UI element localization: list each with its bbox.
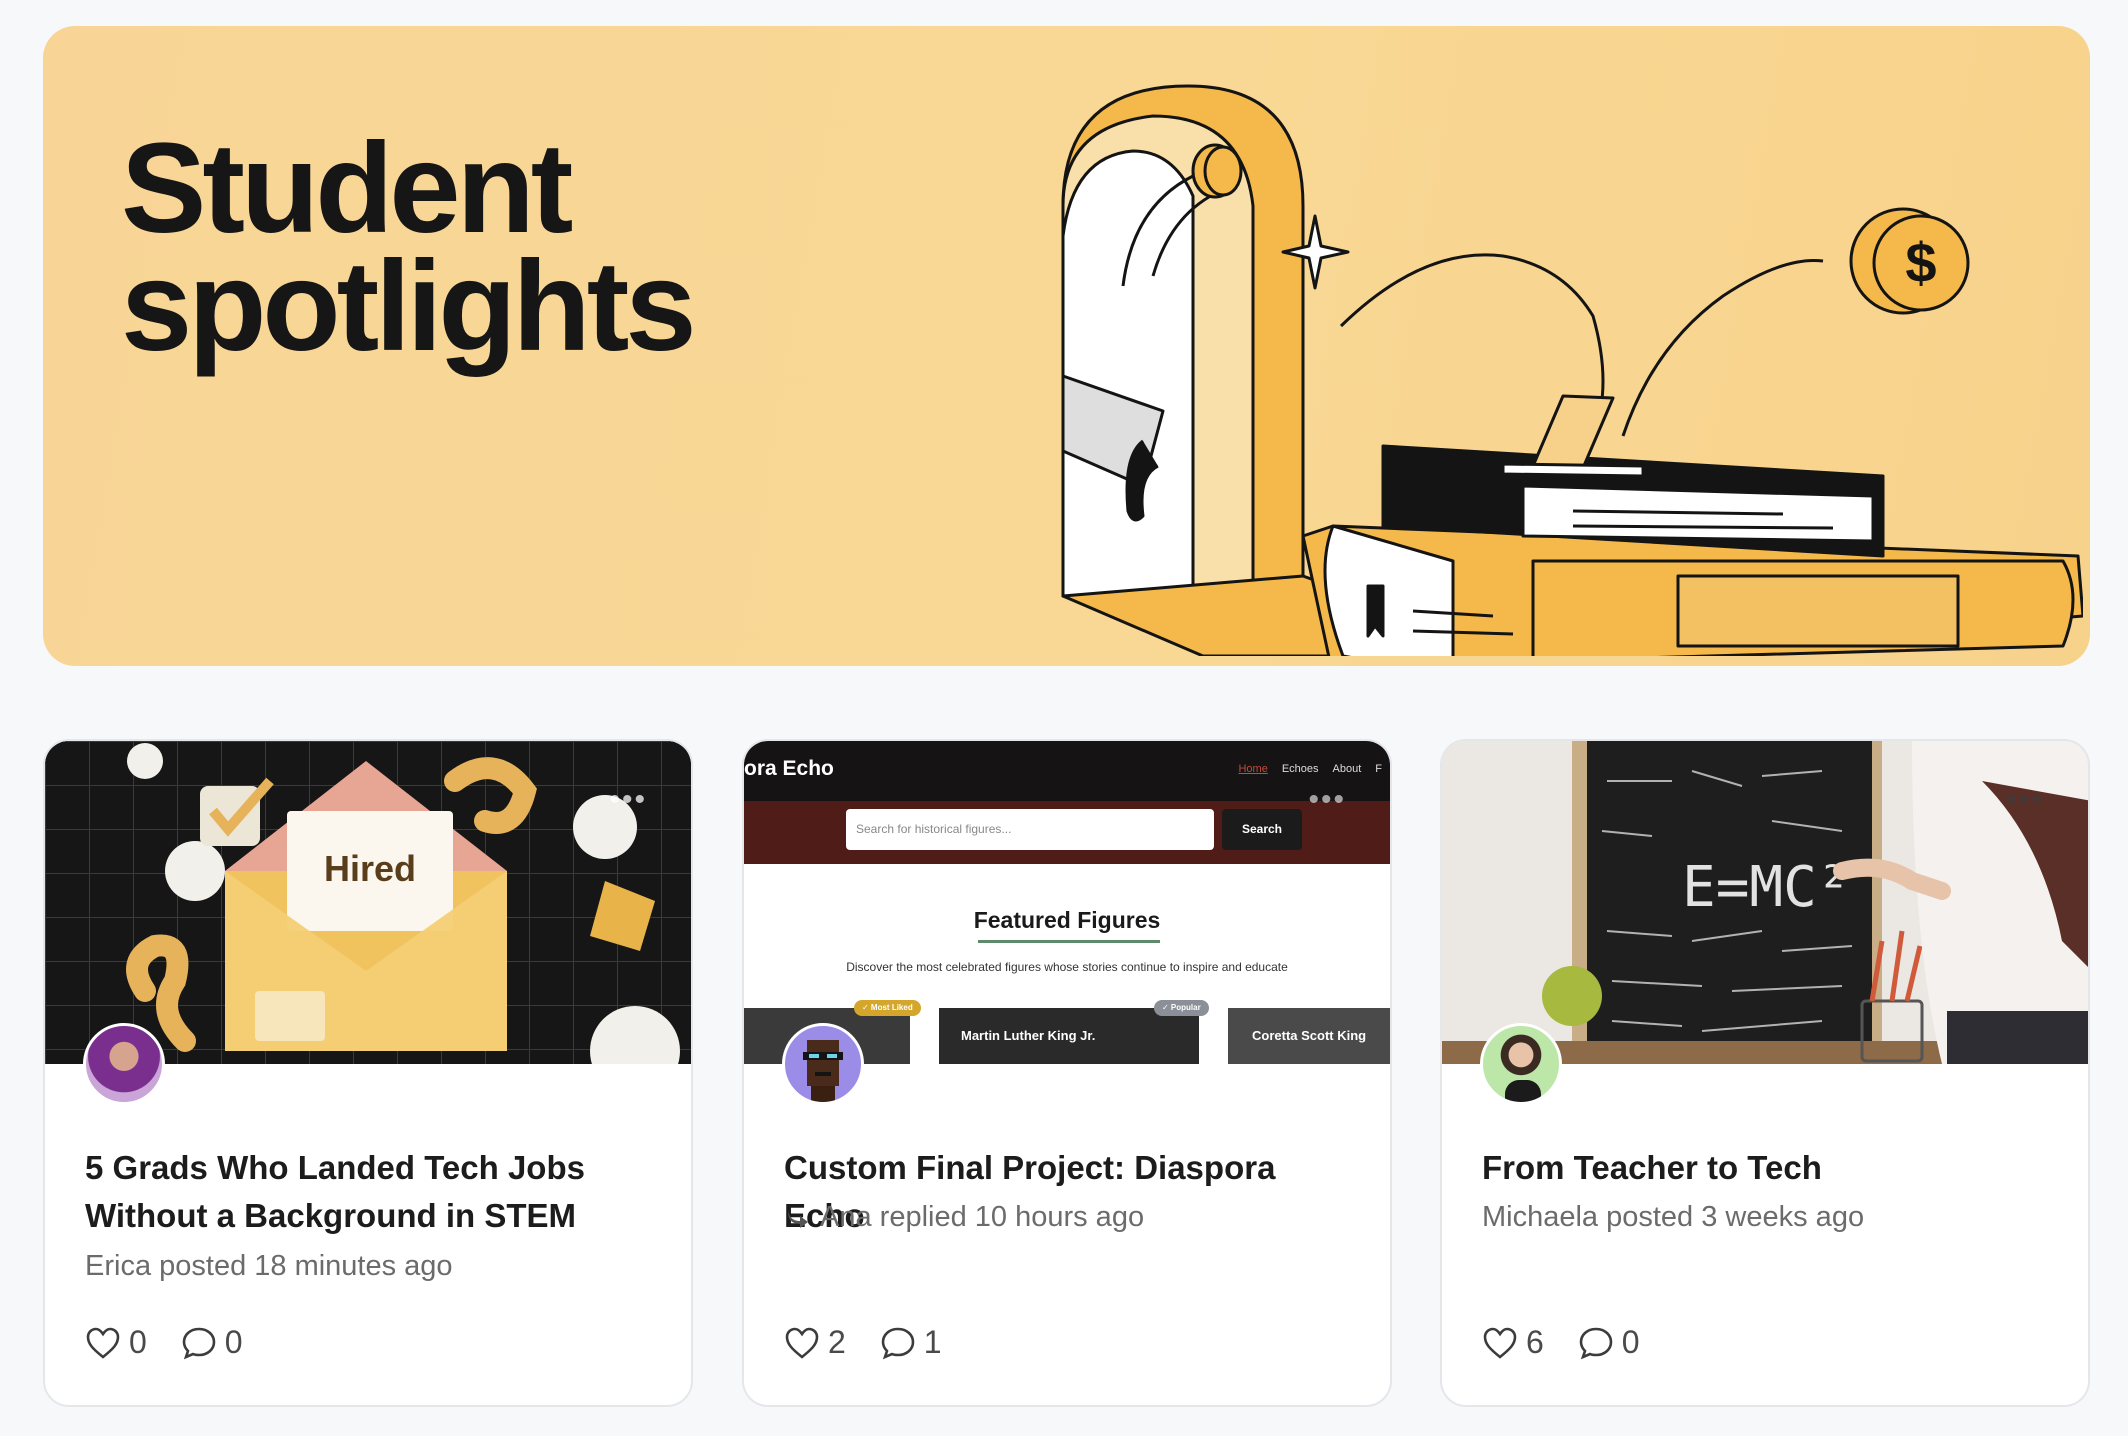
post-stats: 2 1 (784, 1324, 976, 1361)
reply-arrow-icon (788, 1210, 808, 1228)
post-card[interactable]: E=MC² ••• From Teacher to Tech Michaela … (1440, 739, 2090, 1407)
comment-count: 1 (923, 1324, 942, 1360)
comment-icon (1579, 1327, 1613, 1359)
heart-icon (86, 1327, 120, 1359)
heart-icon (1483, 1327, 1517, 1359)
post-title-line[interactable]: Without a Background in STEM (85, 1192, 655, 1240)
like-count: 0 (129, 1324, 147, 1360)
mock-nav: Home Echoes About F (1238, 763, 1382, 775)
post-stats: 0 0 (85, 1324, 277, 1361)
post-card[interactable]: Hired ••• 5 Grads Who Landed Tech Jobs W… (43, 739, 693, 1407)
mock-heading: Featured Figures (973, 907, 1161, 933)
post-title-line[interactable]: 5 Grads Who Landed Tech Jobs (85, 1144, 655, 1192)
heart-icon (785, 1327, 819, 1359)
mock-search-button: Search (1222, 809, 1302, 850)
mock-figure-tile: Coretta Scott King (1228, 1008, 1390, 1064)
comment-count: 0 (1621, 1324, 1640, 1360)
post-meta: Michaela posted 3 weeks ago (1482, 1201, 1865, 1233)
mock-heading-underline (978, 940, 1160, 943)
comment-icon (182, 1327, 216, 1359)
svg-text:$: $ (1905, 231, 1936, 294)
books-illustration: $ (1061, 84, 2083, 656)
mock-nav-item: Echoes (1281, 763, 1319, 775)
mock-figure-name: Coretta Scott King (1252, 1028, 1367, 1043)
post-meta: Ana replied 10 hours ago (784, 1201, 1144, 1234)
post-title[interactable]: From Teacher to Tech (1482, 1144, 2052, 1192)
card-menu-icon[interactable]: ••• (1308, 785, 1346, 815)
mock-badge: ✓ Popular (1154, 1000, 1209, 1016)
like-button[interactable]: 0 (85, 1324, 147, 1361)
post-meta: Erica posted 18 minutes ago (85, 1250, 453, 1282)
mock-subheading: Discover the most celebrated figures who… (846, 960, 1288, 974)
chalkboard-photo: E=MC² (1442, 741, 2088, 1064)
chalkboard-text: E=MC² (1682, 855, 1851, 920)
post-cover-image: E=MC² ••• (1442, 741, 2088, 1064)
comment-button[interactable]: 0 (1578, 1324, 1640, 1361)
like-button[interactable]: 6 (1482, 1324, 1544, 1361)
like-count: 2 (828, 1324, 846, 1360)
pixel-avatar-icon (803, 1040, 843, 1102)
comment-button[interactable]: 0 (181, 1324, 243, 1361)
avatar[interactable] (782, 1023, 864, 1105)
mock-search-input: Search for historical figures... (846, 809, 1214, 850)
hero-title-line2: spotlights (121, 235, 696, 378)
comment-count: 0 (224, 1324, 243, 1360)
post-cover-image: Hired ••• (45, 741, 691, 1064)
post-card[interactable]: ora Echo Home Echoes About F Search for … (742, 739, 1392, 1407)
mock-nav-item: Home (1238, 763, 1268, 775)
comment-button[interactable]: 1 (880, 1324, 942, 1361)
like-button[interactable]: 2 (784, 1324, 846, 1361)
mock-navbar: ora Echo Home Echoes About F (744, 741, 1390, 801)
comment-icon (881, 1327, 915, 1359)
mock-nav-item: About (1332, 763, 1362, 775)
card-menu-icon[interactable]: ••• (2006, 785, 2044, 815)
post-title[interactable]: 5 Grads Who Landed Tech Jobs Without a B… (85, 1144, 655, 1240)
card-menu-icon[interactable]: ••• (609, 785, 647, 815)
avatar[interactable] (1480, 1023, 1562, 1105)
avatar-shirt (1505, 1080, 1541, 1102)
mock-figure-tile: Martin Luther King Jr. (939, 1008, 1199, 1064)
hero-title: Student spotlights (121, 117, 696, 378)
hired-envelope-illustration: Hired (45, 741, 691, 1064)
hero-banner: Student spotlights $ (43, 26, 2090, 666)
mock-badge: ✓ Most Liked (854, 1000, 921, 1016)
mock-figure-name: Martin Luther King Jr. (961, 1028, 1096, 1043)
like-count: 6 (1526, 1324, 1544, 1360)
mock-nav-item: F (1375, 763, 1382, 775)
hero-title-line1: Student (121, 117, 573, 260)
hired-label: Hired (324, 848, 416, 889)
avatar[interactable] (83, 1023, 165, 1105)
post-cover-image: ora Echo Home Echoes About F Search for … (744, 741, 1390, 1064)
mock-brand: ora Echo (744, 757, 834, 780)
post-meta-text: Ana replied 10 hours ago (820, 1201, 1145, 1233)
post-stats: 6 0 (1482, 1324, 1674, 1361)
